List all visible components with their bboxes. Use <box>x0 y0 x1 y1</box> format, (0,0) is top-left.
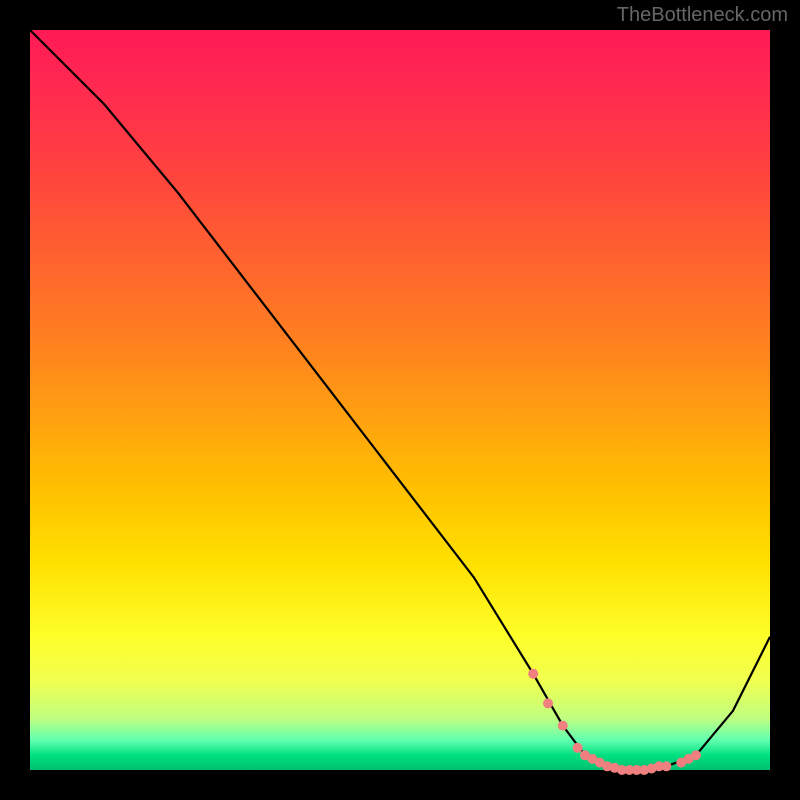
highlight-marker <box>661 761 671 771</box>
watermark-text: TheBottleneck.com <box>617 4 788 27</box>
chart-svg <box>30 30 770 770</box>
bottleneck-curve-line <box>30 30 770 770</box>
highlight-marker <box>558 721 568 731</box>
highlight-marker <box>691 750 701 760</box>
highlight-marker <box>543 698 553 708</box>
highlight-marker <box>573 743 583 753</box>
highlight-markers <box>528 669 701 775</box>
chart-plot-area <box>30 30 770 770</box>
highlight-marker <box>528 669 538 679</box>
